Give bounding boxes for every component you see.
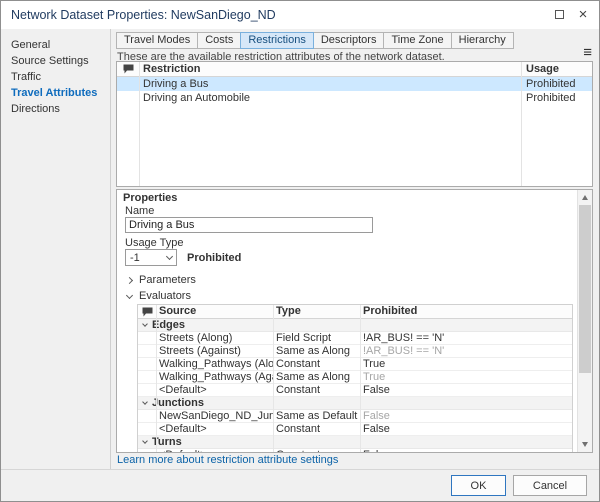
type-column-header[interactable]: Type (273, 305, 360, 318)
evaluator-row-default[interactable]: <Default>ConstantFalse (138, 384, 572, 397)
usage-type-label: Usage Type (125, 237, 184, 249)
evaluators-label: Evaluators (139, 290, 191, 302)
evaluator-row-streets-against[interactable]: Streets (Against)Same as Along!AR_BUS! =… (138, 345, 572, 358)
sidebar-item-general[interactable]: General (1, 37, 110, 53)
properties-title: Properties (123, 192, 177, 204)
sidebar-item-directions[interactable]: Directions (1, 101, 110, 117)
group-row-turns[interactable]: Turns (138, 436, 572, 449)
name-input[interactable] (125, 217, 373, 233)
menu-icon[interactable]: ≡ (583, 45, 592, 60)
evaluator-row-walking-pathways-against[interactable]: Walking_Pathways (Against)Same as AlongT… (138, 371, 572, 384)
properties-panel: Properties Name Usage Type -1 Prohibited… (116, 189, 593, 453)
tab-travel-modes[interactable]: Travel Modes (116, 32, 198, 49)
prohibited-column-header[interactable]: Prohibited (360, 305, 572, 318)
footer-bar: OK Cancel (1, 469, 599, 501)
main-panel: Travel ModesCostsRestrictionsDescriptors… (112, 29, 599, 469)
arrow-down-icon (582, 442, 588, 447)
properties-scrollbar[interactable] (577, 190, 592, 452)
chevron-down-icon (162, 250, 176, 265)
sidebar: GeneralSource SettingsTrafficTravel Attr… (1, 29, 111, 469)
group-row-edges[interactable]: Edges (138, 319, 572, 332)
sidebar-item-travel-attributes[interactable]: Travel Attributes (1, 85, 110, 101)
group-label: Turns (152, 436, 182, 448)
evaluator-row-default[interactable]: <Default>ConstantFalse (138, 449, 572, 453)
sidebar-item-traffic[interactable]: Traffic (1, 69, 110, 85)
arrow-up-icon (582, 195, 588, 200)
evaluators-rows: EdgesStreets (Along)Field Script!AR_BUS!… (138, 319, 572, 453)
name-label: Name (125, 205, 154, 217)
chevron-down-icon (126, 291, 133, 298)
tab-costs[interactable]: Costs (197, 32, 241, 49)
evaluator-row-default[interactable]: <Default>ConstantFalse (138, 423, 572, 436)
parameters-expander[interactable]: Parameters (127, 274, 196, 286)
restrictions-table-header: Restriction Usage (117, 62, 592, 77)
cancel-button[interactable]: Cancel (513, 475, 587, 496)
close-icon: × (579, 7, 588, 22)
comment-icon (138, 305, 156, 318)
restriction-row-driving-an-automobile[interactable]: Driving an AutomobileProhibited (117, 91, 592, 105)
evaluators-grid-header: Source Type Prohibited (138, 305, 572, 319)
ok-button[interactable]: OK (451, 475, 506, 496)
chevron-down-icon (142, 321, 148, 327)
source-column-header[interactable]: Source (156, 305, 273, 318)
evaluator-row-streets-along[interactable]: Streets (Along)Field Script!AR_BUS! == '… (138, 332, 572, 345)
maximize-icon (555, 10, 564, 19)
chevron-down-icon (142, 399, 148, 405)
tab-restrictions[interactable]: Restrictions (240, 32, 313, 49)
parameters-label: Parameters (139, 274, 196, 286)
usage-column-header[interactable]: Usage (522, 62, 592, 76)
group-row-junctions[interactable]: Junctions (138, 397, 572, 410)
chevron-down-icon (142, 438, 148, 444)
restriction-rows: Driving a BusProhibitedDriving an Automo… (117, 77, 592, 105)
evaluators-grid: Source Type Prohibited EdgesStreets (Alo… (137, 304, 573, 453)
title-bar: Network Dataset Properties: NewSanDiego_… (1, 1, 599, 29)
comment-icon (117, 62, 139, 76)
evaluators-expander[interactable]: Evaluators (127, 290, 191, 302)
tab-bar: Travel ModesCostsRestrictionsDescriptors… (116, 32, 513, 49)
restrictions-table: Restriction Usage Driving a BusProhibite… (116, 61, 593, 187)
close-button[interactable]: × (570, 1, 596, 28)
group-label: Junctions (152, 397, 204, 409)
usage-type-text: Prohibited (187, 252, 241, 264)
group-label: Edges (152, 319, 185, 331)
tab-descriptors[interactable]: Descriptors (313, 32, 385, 49)
tab-time-zone[interactable]: Time Zone (383, 32, 451, 49)
restriction-column-header[interactable]: Restriction (139, 62, 522, 76)
evaluator-row-walking-pathways-along[interactable]: Walking_Pathways (Along)ConstantTrue (138, 358, 572, 371)
restriction-row-driving-a-bus[interactable]: Driving a BusProhibited (117, 77, 592, 91)
chevron-right-icon (126, 276, 133, 283)
maximize-button[interactable] (546, 1, 572, 28)
sidebar-item-source-settings[interactable]: Source Settings (1, 53, 110, 69)
evaluator-row-newsandiego-nd-junctions[interactable]: NewSanDiego_ND_JunctionsSame as DefaultF… (138, 410, 572, 423)
scroll-down-button[interactable] (578, 437, 592, 452)
learn-more-link[interactable]: Learn more about restriction attribute s… (117, 454, 338, 466)
scroll-up-button[interactable] (578, 190, 592, 205)
window-title: Network Dataset Properties: NewSanDiego_… (11, 8, 276, 22)
network-dataset-properties-dialog: Network Dataset Properties: NewSanDiego_… (0, 0, 600, 502)
scrollbar-thumb[interactable] (579, 205, 591, 373)
tab-hierarchy[interactable]: Hierarchy (451, 32, 514, 49)
usage-type-dropdown[interactable]: -1 (125, 249, 177, 266)
usage-type-value: -1 (126, 252, 162, 264)
